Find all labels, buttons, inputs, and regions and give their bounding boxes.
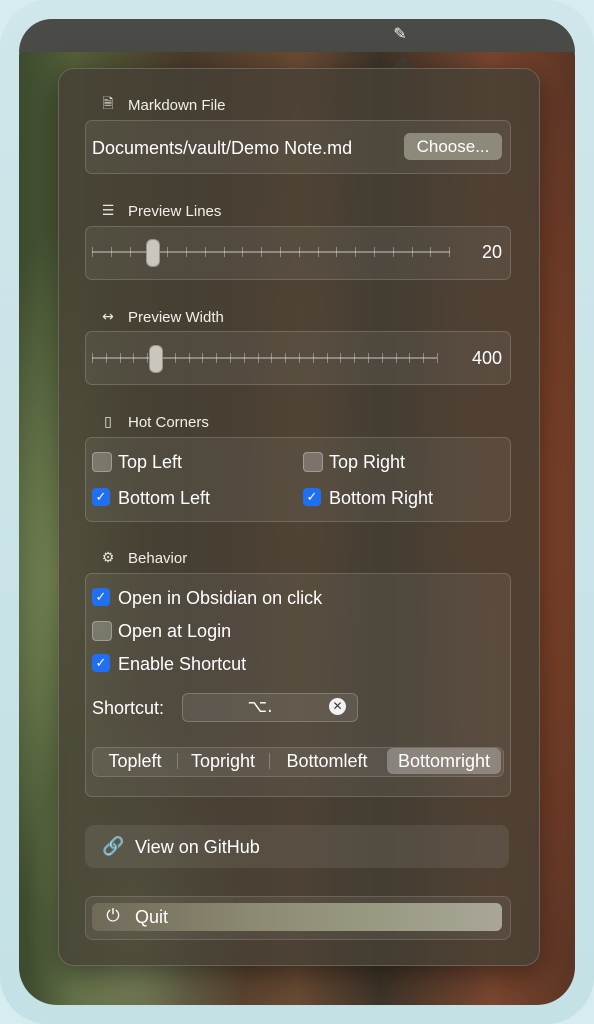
slider-tick bbox=[437, 353, 438, 363]
slider-tick bbox=[374, 247, 375, 257]
preview-lines-slider-knob[interactable] bbox=[146, 239, 160, 267]
slider-tick bbox=[242, 247, 244, 257]
choose-button[interactable]: Choose... bbox=[404, 133, 502, 160]
slider-tick bbox=[411, 247, 413, 257]
quit-label: Quit bbox=[135, 907, 169, 927]
slider-tick bbox=[110, 247, 112, 257]
slider-tick bbox=[271, 353, 273, 363]
slider-tick bbox=[243, 353, 245, 363]
link-icon: 🔗 bbox=[102, 836, 125, 857]
enable-shortcut-checkbox[interactable]: ✓ bbox=[92, 654, 110, 672]
section-label: Preview Width bbox=[128, 308, 224, 326]
segment-divider bbox=[269, 753, 270, 769]
slider-tick bbox=[298, 247, 300, 257]
slider-tick bbox=[119, 353, 121, 363]
slider-tick bbox=[368, 353, 369, 363]
slider-tick bbox=[261, 247, 263, 257]
slider-tick bbox=[129, 247, 131, 257]
slider-tick bbox=[188, 353, 190, 363]
slider-tick bbox=[336, 247, 338, 257]
slider-tick bbox=[186, 247, 187, 257]
slider-tick bbox=[105, 353, 107, 363]
slider-tick bbox=[395, 353, 397, 363]
bottom-left-checkbox[interactable]: ✓ bbox=[92, 488, 110, 506]
slider-tick bbox=[285, 353, 287, 363]
menu-bar bbox=[19, 19, 575, 52]
segment-bottomright[interactable]: Bottomright bbox=[387, 748, 501, 774]
slider-tick bbox=[317, 247, 319, 257]
segment-divider bbox=[177, 753, 178, 769]
markdown-file-section-title: 🗎 Markdown File bbox=[98, 94, 226, 116]
slider-tick bbox=[355, 247, 357, 257]
slider-tick bbox=[167, 247, 169, 257]
hot-corners-box bbox=[85, 437, 511, 522]
top-left-label: Top Left bbox=[118, 452, 183, 472]
top-right-checkbox[interactable] bbox=[303, 452, 323, 472]
view-on-github-label: View on GitHub bbox=[135, 837, 260, 857]
power-icon: ⏻ bbox=[106, 906, 120, 926]
slider-tick bbox=[280, 247, 281, 257]
preview-width-slider-knob[interactable] bbox=[149, 345, 163, 373]
gear-icon: ⚙ bbox=[101, 550, 115, 566]
preview-width-slider[interactable] bbox=[92, 357, 437, 359]
preview-lines-section-title: ☰ Preview Lines bbox=[98, 200, 222, 222]
slider-tick bbox=[133, 353, 135, 363]
slider-tick bbox=[216, 353, 218, 363]
bottom-left-label: Bottom Left bbox=[118, 488, 211, 508]
section-label: Markdown File bbox=[128, 96, 226, 114]
slider-tick bbox=[202, 353, 204, 363]
slider-tick bbox=[92, 247, 93, 257]
phone-icon: ▯ bbox=[104, 414, 112, 430]
slider-tick bbox=[354, 353, 356, 363]
preview-width-value: 400 bbox=[471, 348, 502, 368]
slider-tick bbox=[430, 247, 432, 257]
slider-tick bbox=[92, 353, 93, 363]
section-label: Behavior bbox=[128, 549, 188, 567]
hot-corners-section-title: ▯ Hot Corners bbox=[98, 411, 209, 433]
segment-bottomleft[interactable]: Bottomleft bbox=[272, 747, 382, 775]
slider-tick bbox=[223, 247, 225, 257]
top-right-label: Top Right bbox=[329, 452, 406, 472]
open-in-obsidian-label: Open in Obsidian on click bbox=[118, 588, 323, 608]
slider-tick bbox=[423, 353, 425, 363]
slider-tick bbox=[449, 247, 451, 257]
shortcut-label: Shortcut: bbox=[92, 698, 165, 718]
slider-tick bbox=[174, 353, 176, 363]
preview-width-section-title: ↔ Preview Width bbox=[98, 306, 224, 328]
bottom-right-checkbox[interactable]: ✓ bbox=[303, 488, 321, 506]
slider-tick bbox=[312, 353, 314, 363]
section-label: Preview Lines bbox=[128, 202, 222, 220]
slider-tick bbox=[340, 353, 342, 363]
open-at-login-label: Open at Login bbox=[118, 621, 232, 641]
slider-tick bbox=[204, 247, 206, 257]
preview-lines-value: 20 bbox=[481, 242, 502, 262]
slider-tick bbox=[230, 353, 231, 363]
clear-shortcut-icon[interactable]: ✕ bbox=[329, 698, 346, 715]
section-label: Hot Corners bbox=[128, 413, 209, 431]
bottom-right-label: Bottom Right bbox=[329, 488, 434, 508]
slider-tick bbox=[392, 247, 394, 257]
open-at-login-checkbox[interactable] bbox=[92, 621, 112, 641]
slider-tick bbox=[299, 353, 300, 363]
file-path: Documents/vault/Demo Note.md bbox=[92, 138, 353, 158]
slider-tick bbox=[409, 353, 411, 363]
document-icon: 🗎 bbox=[102, 96, 114, 112]
behavior-section-title: ⚙ Behavior bbox=[98, 547, 187, 569]
open-in-obsidian-checkbox[interactable]: ✓ bbox=[92, 588, 110, 606]
top-left-checkbox[interactable] bbox=[92, 452, 112, 472]
horizontal-arrows-icon: ↔ bbox=[102, 309, 114, 325]
slider-tick bbox=[381, 353, 383, 363]
text-lines-icon: ☰ bbox=[101, 203, 115, 219]
enable-shortcut-label: Enable Shortcut bbox=[118, 654, 247, 674]
slider-tick bbox=[326, 353, 328, 363]
slider-tick bbox=[257, 353, 259, 363]
pencil-icon[interactable]: ✎ bbox=[390, 24, 410, 44]
segment-topleft[interactable]: Topleft bbox=[96, 747, 174, 775]
segment-topright[interactable]: Topright bbox=[180, 747, 266, 775]
shortcut-keys: ⌥. bbox=[247, 697, 273, 717]
